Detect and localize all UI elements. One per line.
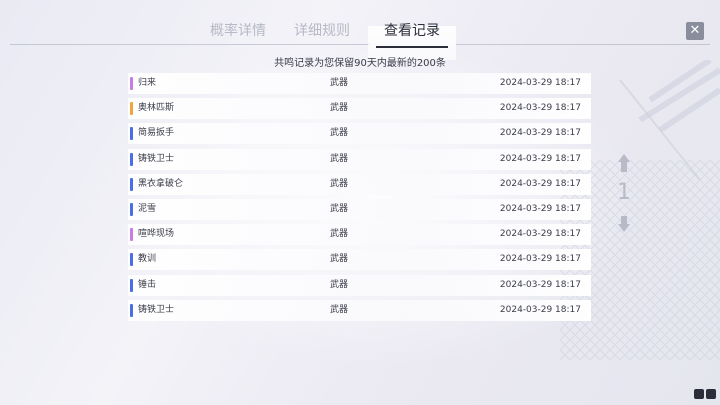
record-name: 归来 — [138, 78, 157, 88]
record-name: 黑衣拿破仑 — [138, 178, 184, 189]
record-row: 简易扳手 武器 2024-03-29 18:17 — [128, 123, 591, 145]
tab-probability-details[interactable]: 概率详情 — [198, 16, 278, 46]
record-name: 锤击 — [138, 279, 157, 290]
record-type: 武器 — [330, 229, 349, 240]
record-time: 2024-03-29 18:17 — [499, 178, 581, 189]
record-row: 归来 武器 2024-03-29 18:17 — [128, 73, 591, 94]
record-name: 奥林匹斯 — [138, 103, 175, 114]
page-number: 1 — [617, 180, 631, 205]
arrow-down-icon[interactable] — [618, 224, 630, 232]
rarity-bar — [130, 77, 133, 90]
close-icon[interactable]: ✕ — [686, 22, 704, 40]
record-row: 泥雪 武器 2024-03-29 18:17 — [128, 198, 591, 220]
record-name: 喧哗现场 — [138, 229, 175, 240]
rarity-bar — [130, 152, 133, 166]
record-type: 武器 — [330, 254, 349, 265]
rarity-bar — [130, 253, 133, 267]
record-time: 2024-03-29 18:17 — [499, 203, 581, 214]
record-type: 武器 — [330, 304, 349, 315]
pager: 1 — [612, 150, 636, 240]
record-time: 2024-03-29 18:17 — [499, 103, 581, 114]
record-row: 铸铁卫士 武器 2024-03-29 18:17 — [128, 299, 591, 321]
record-type: 武器 — [330, 279, 349, 290]
tab-bar: 概率详情 详细规则 查看记录 — [0, 16, 720, 60]
record-time: 2024-03-29 18:17 — [499, 78, 581, 88]
corner-status — [694, 389, 718, 401]
record-time: 2024-03-29 18:17 — [499, 128, 581, 139]
record-type: 武器 — [330, 178, 349, 189]
record-type: 武器 — [330, 128, 349, 139]
corner-status-icon[interactable] — [694, 389, 704, 399]
record-row: 锤击 武器 2024-03-29 18:17 — [128, 274, 591, 296]
record-name: 简易扳手 — [138, 128, 175, 139]
record-type: 武器 — [330, 203, 349, 214]
record-row: 喧哗现场 武器 2024-03-29 18:17 — [128, 224, 591, 246]
record-notice: 共鸣记录为您保留90天内最新的200条 — [274, 58, 446, 69]
rarity-bar — [130, 127, 133, 141]
record-time: 2024-03-29 18:17 — [499, 153, 581, 164]
record-type: 武器 — [330, 78, 349, 88]
arrow-up-icon[interactable] — [618, 154, 630, 162]
record-name: 铸铁卫士 — [138, 153, 175, 164]
rarity-bar — [130, 202, 133, 216]
rarity-bar — [130, 177, 133, 191]
record-name: 铸铁卫士 — [138, 304, 175, 315]
rarity-bar — [130, 278, 133, 292]
rarity-bar — [130, 102, 133, 116]
record-name: 教训 — [138, 254, 157, 265]
record-name: 泥雪 — [138, 203, 157, 214]
record-time: 2024-03-29 18:17 — [499, 304, 581, 315]
arrow-down-stem — [621, 216, 627, 224]
record-time: 2024-03-29 18:17 — [499, 279, 581, 290]
rarity-bar — [130, 228, 133, 242]
records-list: 归来 武器 2024-03-29 18:17 奥林匹斯 武器 2024-03-29 18… — [128, 73, 591, 325]
record-row: 铸铁卫士 武器 2024-03-29 18:17 — [128, 148, 591, 170]
record-time: 2024-03-29 18:17 — [499, 254, 581, 265]
corner-status-icon[interactable] — [706, 389, 716, 399]
record-type: 武器 — [330, 103, 349, 114]
record-type: 武器 — [330, 153, 349, 164]
tab-detailed-rules[interactable]: 详细规则 — [282, 16, 362, 46]
record-time: 2024-03-29 18:17 — [499, 229, 581, 240]
rarity-bar — [130, 303, 133, 317]
record-row: 奥林匹斯 武器 2024-03-29 18:17 — [128, 98, 591, 120]
record-row: 教训 武器 2024-03-29 18:17 — [128, 249, 591, 271]
tab-view-records[interactable]: 查看记录 — [372, 16, 452, 48]
record-row: 黑衣拿破仑 武器 2024-03-29 18:17 — [128, 173, 591, 195]
arrow-up-stem — [621, 162, 627, 172]
